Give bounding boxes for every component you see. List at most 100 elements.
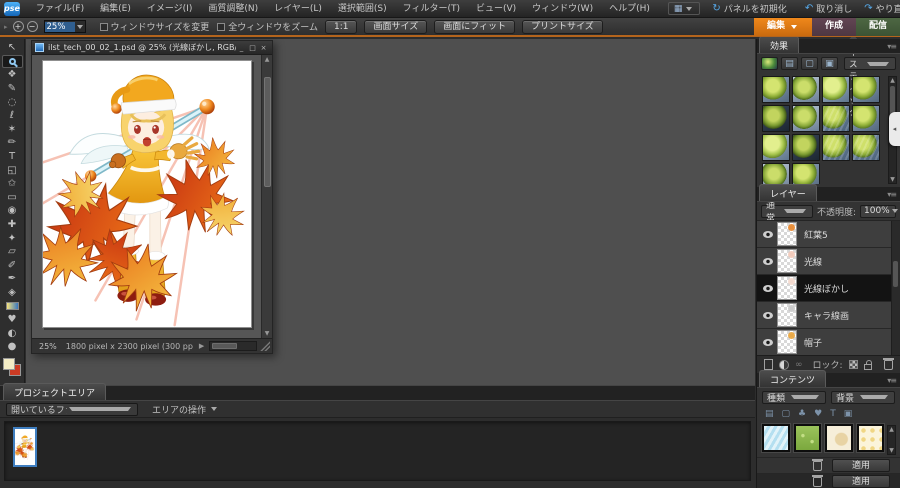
- menu-item[interactable]: ヘルプ(H): [601, 0, 658, 18]
- delete-content-icon[interactable]: [813, 461, 822, 471]
- lock-all-icon[interactable]: [864, 364, 872, 370]
- effect-thumbnail[interactable]: [852, 134, 880, 161]
- adjustment-layer-icon[interactable]: [779, 360, 789, 370]
- menu-item[interactable]: ビュー(V): [468, 0, 524, 18]
- doc-close-button[interactable]: ×: [258, 44, 269, 52]
- gradient-tool[interactable]: [2, 299, 23, 313]
- new-layer-icon[interactable]: [764, 359, 773, 370]
- color-swatches[interactable]: [3, 358, 21, 376]
- show-open-files-dropdown[interactable]: 開いているファイルを表示: [6, 403, 138, 416]
- arrange-windows-button[interactable]: ▦: [668, 2, 701, 15]
- doc-vertical-scrollbar[interactable]: ▲▼: [261, 55, 272, 338]
- hand-tool[interactable]: ❖: [2, 68, 23, 82]
- doc-restore-button[interactable]: □: [247, 44, 258, 52]
- paint-bucket-tool[interactable]: ◈: [2, 286, 23, 300]
- content-thumb-dots[interactable]: [857, 424, 885, 452]
- effect-thumbnail[interactable]: [792, 76, 820, 103]
- menu-item[interactable]: 編集(E): [92, 0, 139, 18]
- effect-thumbnail[interactable]: [762, 105, 790, 132]
- move-tool[interactable]: ↖: [2, 41, 23, 55]
- layers-scrollbar[interactable]: [891, 221, 900, 355]
- layers-panel-tab[interactable]: レイヤー: [759, 184, 817, 201]
- redo-button[interactable]: ↷やり直し: [858, 2, 900, 15]
- crop-tool[interactable]: ◱: [2, 163, 23, 177]
- doc-minimize-button[interactable]: _: [236, 44, 247, 52]
- healing-brush-tool[interactable]: ✚: [2, 218, 23, 232]
- layer-visibility-toggle[interactable]: [760, 339, 775, 346]
- mode-tab-create[interactable]: 作成: [812, 17, 856, 36]
- layer-row[interactable]: 光線: [757, 248, 900, 275]
- layer-thumbnail[interactable]: [777, 249, 797, 273]
- marquee-tool[interactable]: ◌: [2, 95, 23, 109]
- foreground-color-swatch[interactable]: [3, 358, 15, 370]
- menu-item[interactable]: レイヤー(L): [266, 0, 330, 18]
- menu-item[interactable]: 画質調整(N): [200, 0, 266, 18]
- scrollbar-thumb[interactable]: [212, 343, 237, 349]
- fill-screen-button[interactable]: 画面にフィット: [434, 20, 515, 34]
- layer-row[interactable]: 光線ぼかし: [757, 275, 900, 302]
- layer-thumbnail[interactable]: [777, 330, 797, 354]
- effect-thumbnail[interactable]: [852, 76, 880, 103]
- sponge-tool[interactable]: ●: [2, 340, 23, 354]
- content-thumb-cream[interactable]: [825, 424, 853, 452]
- effect-thumbnail[interactable]: [762, 134, 790, 161]
- themes-icon[interactable]: ▣: [844, 409, 853, 419]
- filters-icon[interactable]: [761, 57, 778, 70]
- photo-effects-icon[interactable]: ▢: [801, 57, 818, 70]
- layer-thumbnail[interactable]: [777, 303, 797, 327]
- red-eye-removal-tool[interactable]: ◉: [2, 204, 23, 218]
- content-thumb-stripes[interactable]: [762, 424, 790, 452]
- content-thumb-grass[interactable]: [794, 424, 822, 452]
- layer-row[interactable]: キャラ線画: [757, 302, 900, 329]
- eyedropper-tool[interactable]: ✎: [2, 82, 23, 96]
- all-effects-icon[interactable]: ▣: [821, 57, 838, 70]
- delete-content-icon[interactable]: [813, 477, 822, 487]
- resize-windows-checkbox[interactable]: [100, 23, 108, 31]
- effect-thumbnail[interactable]: [762, 163, 790, 184]
- scrollbar-thumb[interactable]: [893, 261, 898, 287]
- status-arrow-icon[interactable]: ▶: [197, 342, 206, 350]
- effects-panel-tab[interactable]: 効果: [759, 36, 799, 53]
- shapes-icon[interactable]: ♥: [814, 409, 822, 419]
- effect-thumbnail[interactable]: [762, 76, 790, 103]
- mode-tab-share[interactable]: 配信: [856, 17, 900, 36]
- clone-stamp-tool[interactable]: ✦: [2, 231, 23, 245]
- magic-wand-tool[interactable]: ✶: [2, 123, 23, 137]
- effect-thumbnail[interactable]: [822, 134, 850, 161]
- panel-menu-icon[interactable]: ▾≡: [887, 42, 896, 51]
- brush-tool[interactable]: ✐: [2, 259, 23, 273]
- doc-horizontal-scrollbar[interactable]: [209, 341, 257, 351]
- resize-grip[interactable]: [260, 341, 270, 351]
- menu-item[interactable]: ファイル(F): [28, 0, 92, 18]
- text-icon[interactable]: T: [830, 409, 836, 419]
- zoom-out-icon[interactable]: −: [27, 21, 38, 32]
- bin-actions-button[interactable]: エリアの操作: [152, 403, 219, 416]
- smart-brush-tool[interactable]: ✒: [2, 272, 23, 286]
- layer-visibility-toggle[interactable]: [760, 258, 775, 265]
- zoom-in-icon[interactable]: +: [13, 21, 24, 32]
- effect-thumbnail[interactable]: [852, 105, 880, 132]
- layer-visibility-toggle[interactable]: [760, 312, 775, 319]
- link-layers-icon[interactable]: ∞: [795, 360, 803, 370]
- effect-thumbnail[interactable]: [822, 76, 850, 103]
- effect-thumbnail[interactable]: [792, 163, 820, 184]
- content-type-dropdown[interactable]: 種類: [762, 391, 826, 404]
- layer-styles-icon[interactable]: ▤: [781, 57, 798, 70]
- fit-screen-button[interactable]: 画面サイズ: [364, 20, 427, 34]
- blur-tool[interactable]: ◐: [2, 326, 23, 340]
- menu-item[interactable]: イメージ(I): [139, 0, 201, 18]
- lock-transparency-icon[interactable]: [849, 360, 858, 369]
- layer-thumbnail[interactable]: [777, 276, 797, 300]
- blend-mode-dropdown[interactable]: 通常: [761, 205, 813, 218]
- panel-menu-icon[interactable]: ▾≡: [887, 376, 896, 385]
- delete-layer-icon[interactable]: [884, 360, 893, 370]
- zoom-all-windows-checkbox[interactable]: [217, 23, 225, 31]
- print-size-button[interactable]: プリントサイズ: [522, 20, 603, 34]
- content-value-dropdown[interactable]: 背景: [831, 391, 895, 404]
- effects-type-dropdown[interactable]: アーティスティック: [844, 57, 896, 70]
- apply-button[interactable]: 適用: [832, 459, 890, 472]
- reset-panels-button[interactable]: ↻パネルを初期化: [706, 2, 792, 15]
- mode-tab-edit[interactable]: 編集: [754, 17, 812, 36]
- menu-item[interactable]: ウィンドウ(W): [524, 0, 601, 18]
- backgrounds-icon[interactable]: ▤: [765, 409, 774, 419]
